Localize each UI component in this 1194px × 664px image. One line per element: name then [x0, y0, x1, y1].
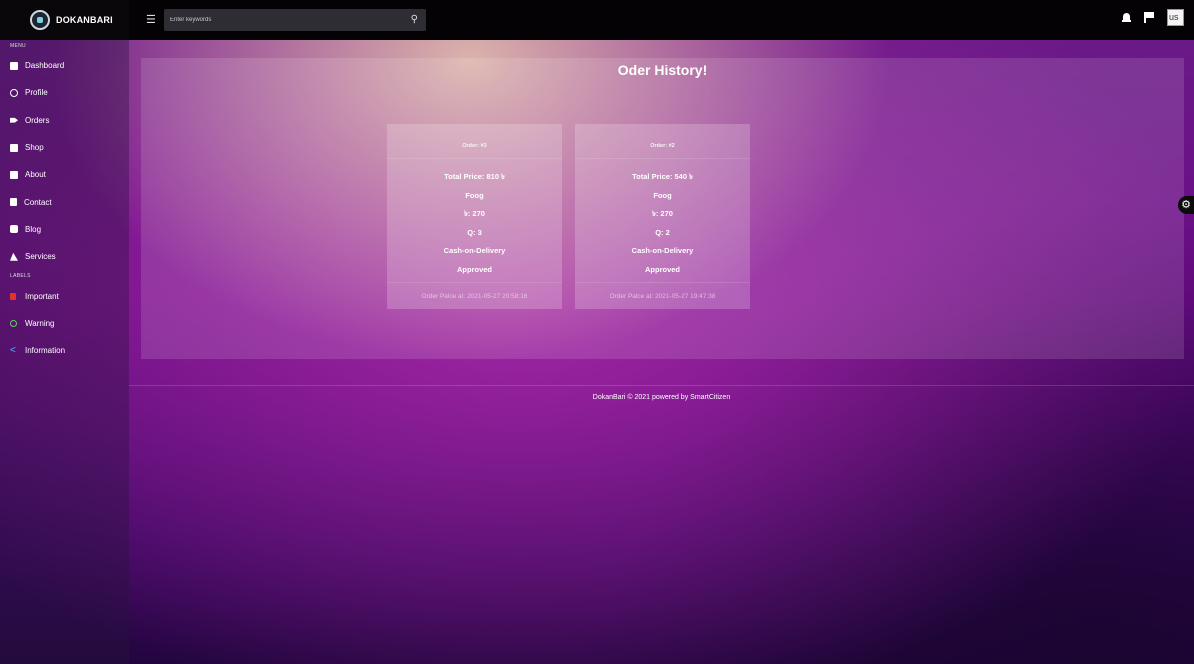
- brand[interactable]: DOKANBARI: [0, 0, 129, 40]
- sidebar-item-label: About: [25, 170, 46, 180]
- header-actions: us: [1122, 9, 1184, 26]
- tag-icon: [10, 117, 18, 123]
- sidebar-item-label: Services: [25, 252, 56, 262]
- order-details: Total Price: 810 ৳ Foog ৳: 270 Q: 3 Cash…: [387, 159, 562, 279]
- order-status: Approved: [456, 264, 492, 274]
- footer-text: DokanBari © 2021 powered by SmartCitizen: [592, 394, 731, 401]
- order-placed-time: Order Palce at: 2021-05-27 19:47:38: [575, 282, 750, 309]
- order-product: Foog: [653, 190, 672, 200]
- sidebar-item-profile[interactable]: Profile: [0, 79, 129, 106]
- order-details: Total Price: 540 ৳ Foog ৳: 270 Q: 2 Cash…: [575, 159, 750, 279]
- search-box: ⚲: [164, 9, 426, 31]
- brand-logo-icon: [30, 10, 50, 30]
- order-history-panel: Oder History! Order: #3 Total Price: 810…: [141, 58, 1184, 359]
- hamburger-menu-icon[interactable]: ☰: [146, 14, 156, 26]
- order-payment-method: Cash-on-Delivery: [443, 246, 506, 255]
- order-quantity: Q: 3: [467, 227, 482, 237]
- label-item-important[interactable]: Important: [0, 282, 129, 309]
- order-unit-price: ৳: 270: [652, 209, 673, 218]
- page-title: Oder History!: [617, 62, 708, 78]
- profile-icon: [10, 88, 18, 97]
- sidebar-item-label: Contact: [24, 197, 52, 207]
- sidebar-item-blog[interactable]: Blog: [0, 216, 129, 243]
- order-placed-time: Order Palce at: 2021-05-27 20:58:16: [387, 282, 562, 309]
- sidebar-item-label: Profile: [25, 88, 48, 98]
- sidebar-item-label: Dashboard: [25, 61, 65, 71]
- labels-heading: LABELS: [10, 273, 31, 280]
- bell-icon[interactable]: [1122, 12, 1131, 23]
- sidebar-item-label: Orders: [25, 115, 50, 125]
- sidebar-item-contact[interactable]: Contact: [0, 188, 129, 215]
- order-number: Order: #3: [387, 124, 562, 159]
- order-status: Approved: [644, 264, 680, 274]
- dashboard-icon: [10, 61, 18, 70]
- order-total-price: Total Price: 540 ৳: [632, 172, 693, 181]
- avatar[interactable]: us: [1167, 9, 1184, 26]
- order-number: Order: #2: [575, 124, 750, 159]
- sidebar-item-services[interactable]: Services: [0, 243, 129, 270]
- sidebar-item-orders[interactable]: Orders: [0, 107, 129, 134]
- order-card: Order: #2 Total Price: 540 ৳ Foog ৳: 270…: [575, 124, 750, 309]
- menu-heading: MENU: [10, 43, 26, 49]
- settings-gear-icon[interactable]: ⚙: [1178, 196, 1194, 214]
- contact-icon: [10, 198, 17, 207]
- search-icon[interactable]: ⚲: [411, 14, 418, 25]
- search-input[interactable]: [164, 9, 394, 31]
- blog-icon: [10, 225, 18, 234]
- sidebar-item-label: Shop: [25, 143, 44, 153]
- important-label-icon: [10, 292, 16, 300]
- sidebar-item-shop[interactable]: Shop: [0, 134, 129, 161]
- label-item-warning[interactable]: Warning: [0, 310, 129, 337]
- sidebar-item-dashboard[interactable]: Dashboard: [0, 52, 129, 79]
- services-icon: [10, 252, 18, 261]
- order-unit-price: ৳: 270: [464, 209, 485, 218]
- label-item-text: Warning: [25, 318, 55, 328]
- order-payment-method: Cash-on-Delivery: [631, 246, 694, 255]
- sidebar-item-about[interactable]: About: [0, 161, 129, 188]
- order-product: Foog: [465, 190, 484, 200]
- footer-divider: [129, 385, 1194, 386]
- shop-icon: [10, 143, 18, 152]
- sidebar-item-label: Blog: [25, 224, 42, 234]
- order-card: Order: #3 Total Price: 810 ৳ Foog ৳: 270…: [387, 124, 562, 309]
- brand-name: DOKANBARI: [56, 15, 113, 25]
- share-icon: <: [10, 344, 16, 356]
- order-total-price: Total Price: 810 ৳: [444, 172, 505, 181]
- label-item-text: Information: [25, 346, 66, 356]
- warning-label-icon: [10, 319, 17, 327]
- id-card-icon: [10, 170, 18, 179]
- top-navbar: DOKANBARI ☰ ⚲ us: [0, 0, 1194, 40]
- label-item-text: Important: [25, 291, 59, 301]
- order-quantity: Q: 2: [655, 227, 670, 237]
- label-item-information[interactable]: < Information: [0, 337, 129, 364]
- flag-icon[interactable]: [1144, 12, 1154, 23]
- sidebar: MENU Dashboard Profile Orders Shop About…: [0, 40, 129, 664]
